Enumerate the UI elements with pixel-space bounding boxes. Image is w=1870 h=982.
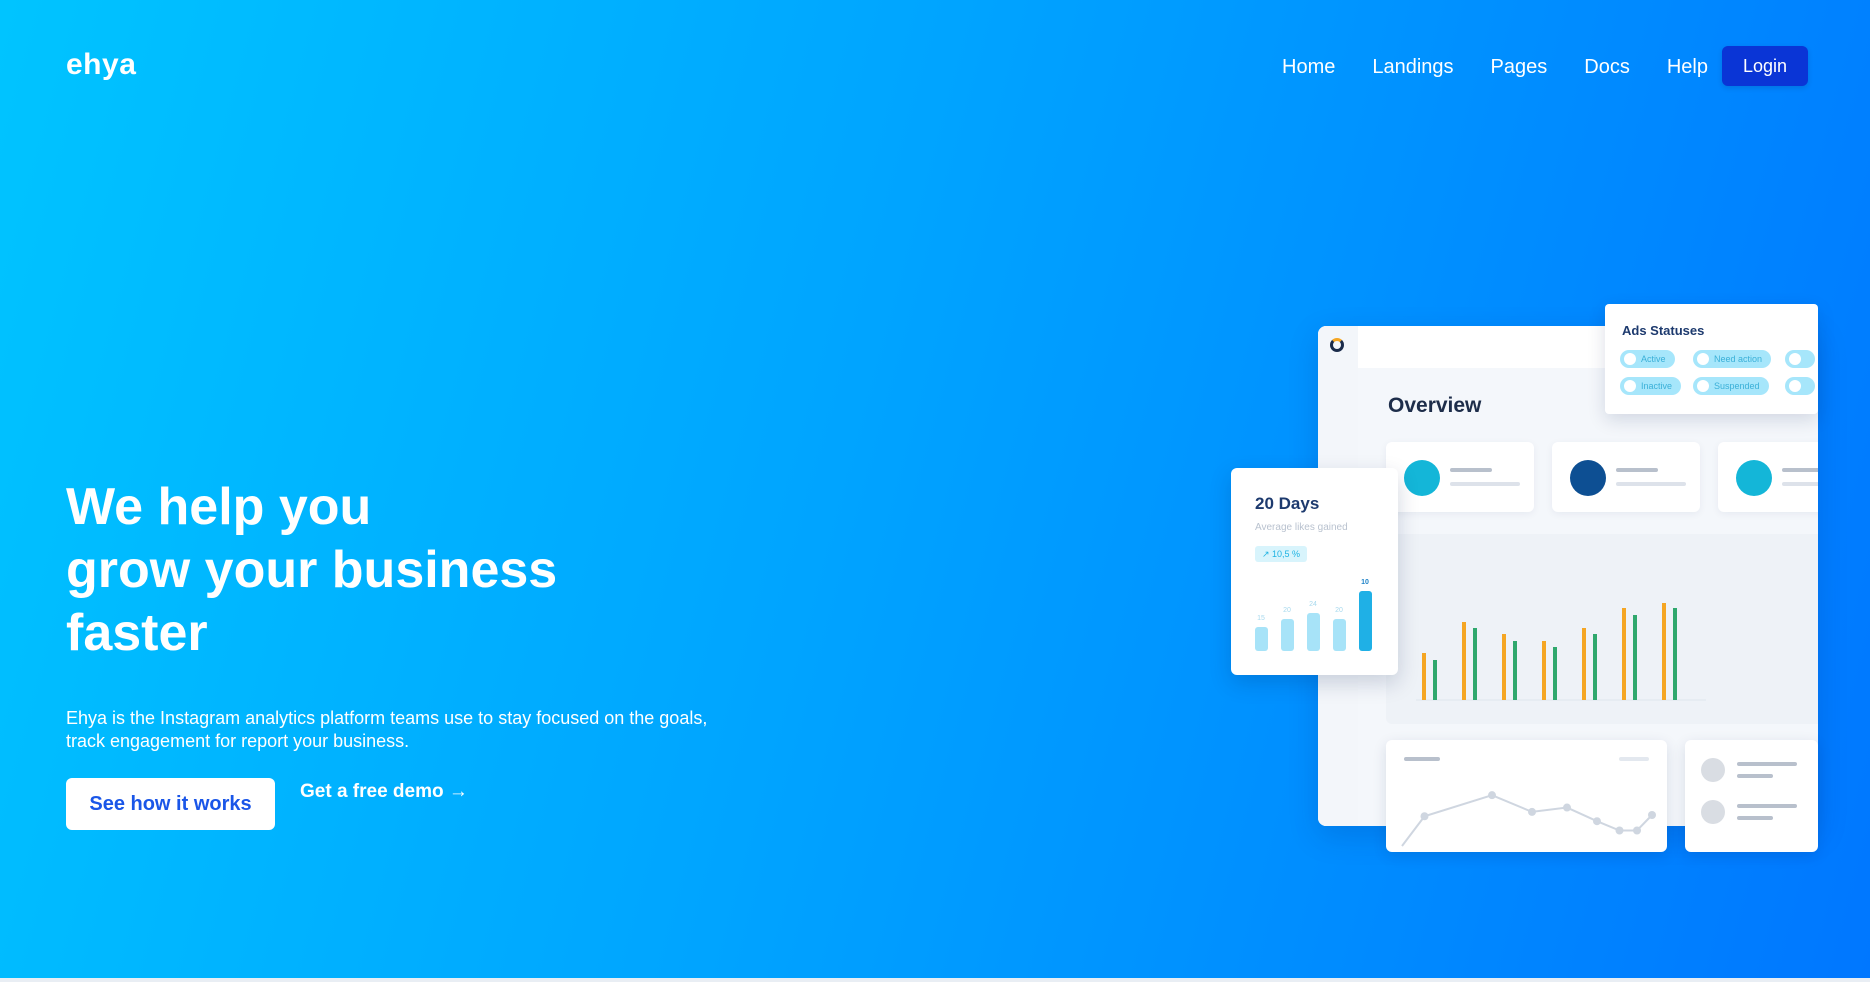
subtext-line-2: track engagement for report your busines… (66, 731, 410, 751)
placeholder-line (1450, 468, 1492, 472)
placeholder-line (1450, 482, 1520, 486)
trend-point (1615, 826, 1624, 835)
orange-bar (1502, 634, 1506, 700)
placeholder-line (1782, 482, 1818, 486)
mini-bar (1359, 591, 1372, 651)
mini-bar (1307, 613, 1320, 651)
placeholder-line (1737, 774, 1773, 778)
green-bar (1513, 641, 1517, 700)
login-button[interactable]: Login (1722, 46, 1808, 86)
mini-bar-label: 24 (1309, 601, 1317, 609)
stat-card (1552, 442, 1700, 512)
nav-item-docs[interactable]: Docs (1584, 54, 1630, 80)
stat-card (1386, 442, 1534, 512)
placeholder-line (1737, 816, 1773, 820)
placeholder-line (1737, 804, 1797, 808)
days-subtitle: Average likes gained (1255, 522, 1348, 533)
hero-subtext: Ehya is the Instagram analytics platform… (66, 707, 766, 753)
headline-line-3: faster (66, 604, 208, 662)
loader-icon (1330, 338, 1344, 352)
growth-badge: ↗ 10,5 % (1255, 546, 1308, 562)
trend-point (1648, 811, 1656, 819)
status-chip-need-action[interactable]: Need action (1693, 350, 1772, 368)
list-placeholder (1701, 758, 1797, 824)
orange-bar (1542, 641, 1546, 700)
placeholder-line (1616, 482, 1686, 486)
bar-chart (1416, 603, 1706, 701)
nav-item-home[interactable]: Home (1282, 54, 1335, 80)
overview-title: Overview (1388, 394, 1482, 417)
orange-bar (1622, 608, 1626, 700)
stat-card (1718, 442, 1818, 512)
mini-bar-label: 10 (1361, 579, 1369, 586)
ads-statuses-card: Ads Statuses Active Need action Inactive… (1605, 304, 1818, 414)
trend-point (1563, 803, 1571, 812)
placeholder-line (1619, 757, 1649, 761)
stat-avatar (1570, 460, 1606, 496)
avatar (1701, 800, 1725, 824)
trend-point (1420, 812, 1429, 821)
nav-item-landings[interactable]: Landings (1372, 54, 1453, 80)
status-chip[interactable] (1785, 377, 1815, 395)
trend-line (1401, 794, 1653, 847)
green-bar (1673, 608, 1677, 700)
green-bar (1593, 634, 1597, 700)
placeholder-line (1404, 757, 1440, 761)
trend-point (1593, 817, 1601, 826)
brand-logo[interactable]: ehya (66, 48, 136, 82)
get-free-demo-link[interactable]: Get a free demo → (300, 780, 468, 804)
mini-bar (1255, 627, 1268, 651)
nav-item-pages[interactable]: Pages (1491, 54, 1548, 80)
stat-avatar (1736, 460, 1772, 496)
ads-statuses-title: Ads Statuses (1622, 323, 1705, 338)
status-chip-suspended[interactable]: Suspended (1693, 377, 1769, 395)
days-title: 20 Days (1255, 494, 1320, 513)
placeholder-line (1737, 762, 1797, 766)
orange-bar (1662, 603, 1666, 700)
main-nav: Home Landings Pages Docs Help (1282, 54, 1708, 80)
see-how-it-works-button[interactable]: See how it works (66, 778, 275, 830)
trend-point (1528, 807, 1536, 816)
orange-bar (1462, 622, 1466, 700)
nav-item-help[interactable]: Help (1667, 54, 1708, 80)
green-bar (1633, 615, 1637, 700)
trend-point (1488, 791, 1496, 800)
mini-bar-label: 20 (1335, 607, 1343, 615)
hero-headline: We help you grow your business faster (66, 476, 706, 665)
placeholder-line (1616, 468, 1658, 472)
orange-bar (1422, 653, 1426, 700)
placeholder-line (1782, 468, 1818, 472)
list-card (1685, 740, 1818, 852)
mini-bar (1281, 619, 1294, 651)
line-chart (1401, 757, 1656, 847)
stat-avatar (1404, 460, 1440, 496)
bar-chart-panel (1386, 534, 1818, 724)
line-chart-card (1386, 740, 1667, 852)
status-chip-inactive[interactable]: Inactive (1620, 377, 1682, 395)
status-chip-active[interactable]: Active (1620, 350, 1675, 368)
subtext-line-1: Ehya is the Instagram analytics platform… (66, 708, 708, 728)
mini-bar (1333, 619, 1346, 651)
page-bottom-divider (0, 978, 1870, 982)
headline-line-2: grow your business (66, 541, 558, 599)
mini-bar-label: 15 (1257, 615, 1265, 623)
mini-bar-label: 20 (1283, 607, 1291, 615)
status-chip[interactable] (1785, 350, 1815, 368)
headline-line-1: We help you (66, 478, 372, 536)
days-stat-card: 20 Days Average likes gained ↗ 10,5 % 15… (1231, 468, 1398, 675)
green-bar (1473, 628, 1477, 700)
orange-bar (1582, 628, 1586, 700)
green-bar (1433, 660, 1437, 700)
trend-point (1633, 826, 1641, 835)
green-bar (1553, 647, 1557, 700)
avatar (1701, 758, 1725, 782)
